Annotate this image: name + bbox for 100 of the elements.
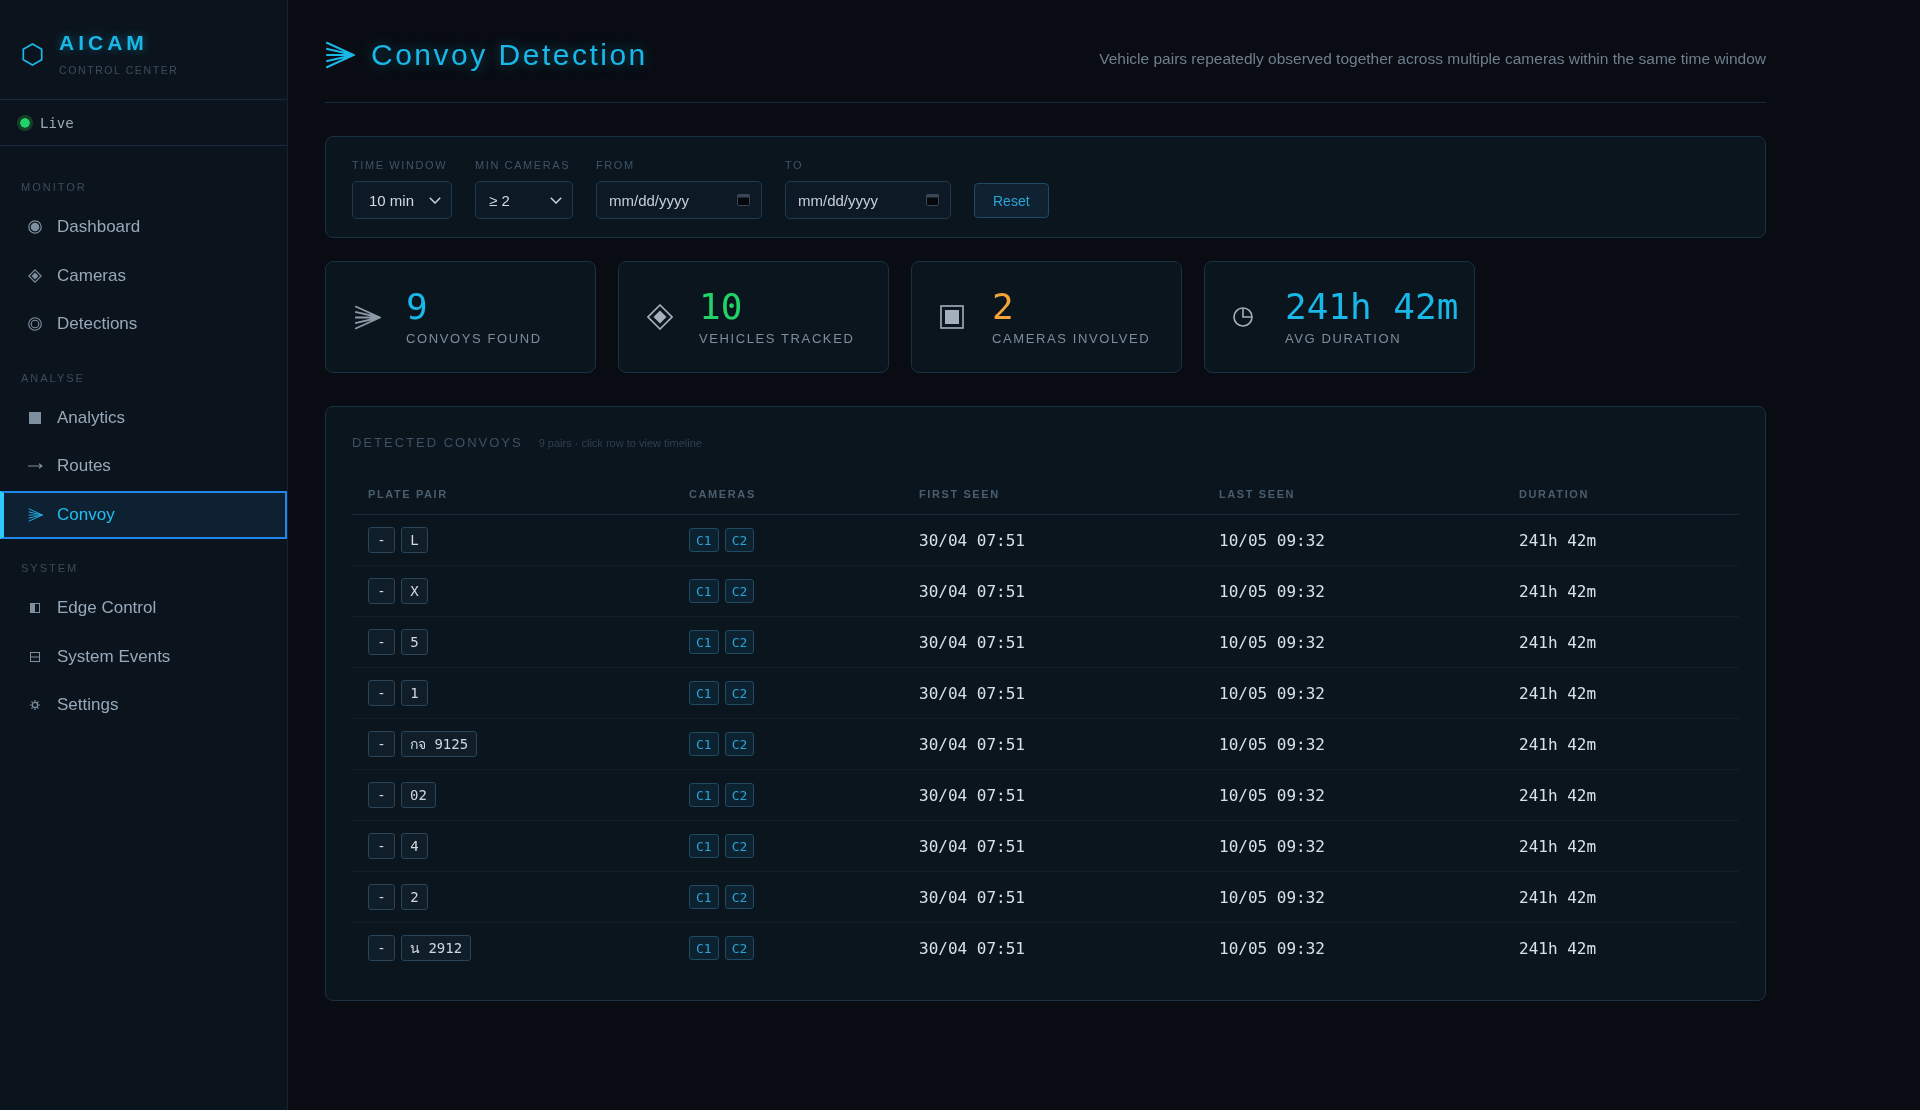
table-cell-text: 10/05 09:32 bbox=[1218, 632, 1326, 652]
plate-badge: - bbox=[368, 527, 395, 553]
brand-name: AICAM bbox=[59, 31, 149, 55]
concentric-circles-icon bbox=[28, 317, 42, 332]
stat-value: 2 bbox=[992, 287, 1015, 327]
camera-badge: C2 bbox=[724, 528, 755, 552]
half-square-icon bbox=[30, 603, 40, 614]
camera-badge: C1 bbox=[689, 579, 719, 603]
nav-section-title: ANALYSE bbox=[20, 370, 86, 385]
plate-badge: 2 bbox=[401, 884, 428, 910]
stat-value: 241h 42m bbox=[1285, 287, 1459, 327]
dropdown[interactable]: ≥ 2 bbox=[475, 181, 573, 219]
column-header: LAST SEEN bbox=[1218, 488, 1297, 500]
plate-badge: กจ 9125 bbox=[401, 731, 478, 757]
stat-value: 9 bbox=[406, 287, 429, 327]
plate-badge: - bbox=[368, 782, 395, 808]
chevron-down-icon bbox=[429, 196, 441, 204]
nav-item[interactable]: Dashboard bbox=[0, 203, 287, 252]
plate-badge: - bbox=[368, 680, 395, 706]
arrowhead-icon bbox=[354, 304, 381, 330]
date-field[interactable]: mm/dd/yyyy bbox=[785, 181, 951, 219]
page-subtitle: Vehicle pairs repeatedly observed together across multiple cameras within the same time window bbox=[1099, 49, 1766, 69]
table-title: DETECTED CONVOYS bbox=[352, 435, 523, 450]
camera-badge: C2 bbox=[724, 579, 755, 603]
camera-badge: C2 bbox=[724, 885, 755, 909]
square-icon bbox=[29, 411, 41, 424]
table-cell-text: 30/04 07:51 bbox=[918, 683, 1026, 703]
table-cell-text: 30/04 07:51 bbox=[918, 836, 1026, 856]
table-cell-text: 241h 42m bbox=[1518, 530, 1598, 550]
column-header: DURATION bbox=[1518, 488, 1591, 500]
calendar-icon bbox=[737, 193, 750, 206]
field-label: MIN CAMERAS bbox=[475, 159, 572, 172]
table-cell-text: 241h 42m bbox=[1518, 785, 1598, 805]
nav-item[interactable]: Convoy bbox=[0, 490, 287, 539]
page-title: Convoy Detection bbox=[371, 37, 648, 73]
reset-button[interactable]: Reset bbox=[974, 183, 1049, 218]
camera-badge: C1 bbox=[689, 528, 719, 552]
field-label: TO bbox=[785, 159, 805, 172]
plate-badge: - bbox=[368, 578, 395, 604]
table-cell-text: 241h 42m bbox=[1518, 887, 1598, 907]
table-cell-text: 241h 42m bbox=[1518, 632, 1598, 652]
arrowhead-icon bbox=[325, 41, 355, 69]
arrow-icon bbox=[27, 463, 43, 470]
table-cell-text: 241h 42m bbox=[1518, 938, 1598, 958]
nav-item[interactable]: Detections bbox=[0, 300, 287, 349]
status-label: Live bbox=[40, 114, 74, 131]
clock-icon bbox=[1233, 307, 1253, 327]
plate-badge: 02 bbox=[401, 782, 436, 808]
table-cell-text: 10/05 09:32 bbox=[1218, 581, 1326, 601]
table-cell-text: 30/04 07:51 bbox=[918, 734, 1026, 754]
camera-badge: C2 bbox=[724, 630, 755, 654]
square-icon bbox=[940, 305, 964, 329]
camera-badge: C1 bbox=[689, 630, 719, 654]
chevron-down-icon bbox=[550, 196, 562, 204]
camera-badge: C2 bbox=[724, 936, 755, 960]
table-cell-text: 30/04 07:51 bbox=[918, 581, 1026, 601]
diamond-icon bbox=[28, 268, 42, 283]
table-cell-text: 10/05 09:32 bbox=[1218, 836, 1326, 856]
plate-badge: 4 bbox=[401, 833, 428, 859]
plate-badge: - bbox=[368, 731, 395, 757]
field-label: TIME WINDOW bbox=[352, 159, 449, 172]
date-field[interactable]: mm/dd/yyyy bbox=[596, 181, 762, 219]
plate-badge: - bbox=[368, 935, 395, 961]
dropdown[interactable]: 10 min bbox=[352, 181, 452, 219]
table-cell-text: 241h 42m bbox=[1518, 734, 1598, 754]
table-cell-text: 30/04 07:51 bbox=[918, 887, 1026, 907]
camera-badge: C1 bbox=[689, 936, 719, 960]
boxed-minus-icon bbox=[30, 651, 40, 662]
table-cell-text: 30/04 07:51 bbox=[918, 530, 1026, 550]
camera-badge: C1 bbox=[689, 732, 719, 756]
table-cell-text: 30/04 07:51 bbox=[918, 938, 1026, 958]
hexagon-icon bbox=[22, 43, 43, 66]
table-cell-text: 10/05 09:32 bbox=[1218, 683, 1326, 703]
stat-label: AVG DURATION bbox=[1285, 331, 1403, 347]
field-label: FROM bbox=[596, 159, 636, 172]
camera-badge: C2 bbox=[724, 732, 755, 756]
nav-item[interactable]: System Events bbox=[0, 632, 287, 681]
table-cell-text: 10/05 09:32 bbox=[1218, 734, 1326, 754]
plate-badge: L bbox=[401, 527, 428, 553]
stat-label: CONVOYS FOUND bbox=[406, 331, 542, 347]
table-cell-text: 10/05 09:32 bbox=[1218, 530, 1326, 550]
dot-ring-icon bbox=[28, 220, 42, 235]
nav-item[interactable]: Settings bbox=[0, 681, 287, 730]
camera-badge: C2 bbox=[724, 834, 755, 858]
table-cell-text: 241h 42m bbox=[1518, 581, 1598, 601]
table-cell-text: 10/05 09:32 bbox=[1218, 887, 1326, 907]
camera-badge: C2 bbox=[724, 681, 755, 705]
nav-item[interactable]: Cameras bbox=[0, 251, 287, 300]
table-cell-text: 241h 42m bbox=[1518, 683, 1598, 703]
nav-item[interactable]: Edge Control bbox=[0, 584, 287, 633]
settings-icon bbox=[30, 700, 40, 711]
plate-badge: - bbox=[368, 884, 395, 910]
nav-item[interactable]: Analytics bbox=[0, 393, 287, 442]
column-header: FIRST SEEN bbox=[918, 488, 1001, 500]
stat-label: CAMERAS INVOLVED bbox=[992, 331, 1151, 347]
camera-badge: C1 bbox=[689, 834, 719, 858]
plate-badge: X bbox=[401, 578, 428, 604]
stat-label: VEHICLES TRACKED bbox=[699, 331, 855, 347]
nav-item[interactable]: Routes bbox=[0, 442, 287, 491]
table-cell-text: 10/05 09:32 bbox=[1218, 938, 1326, 958]
